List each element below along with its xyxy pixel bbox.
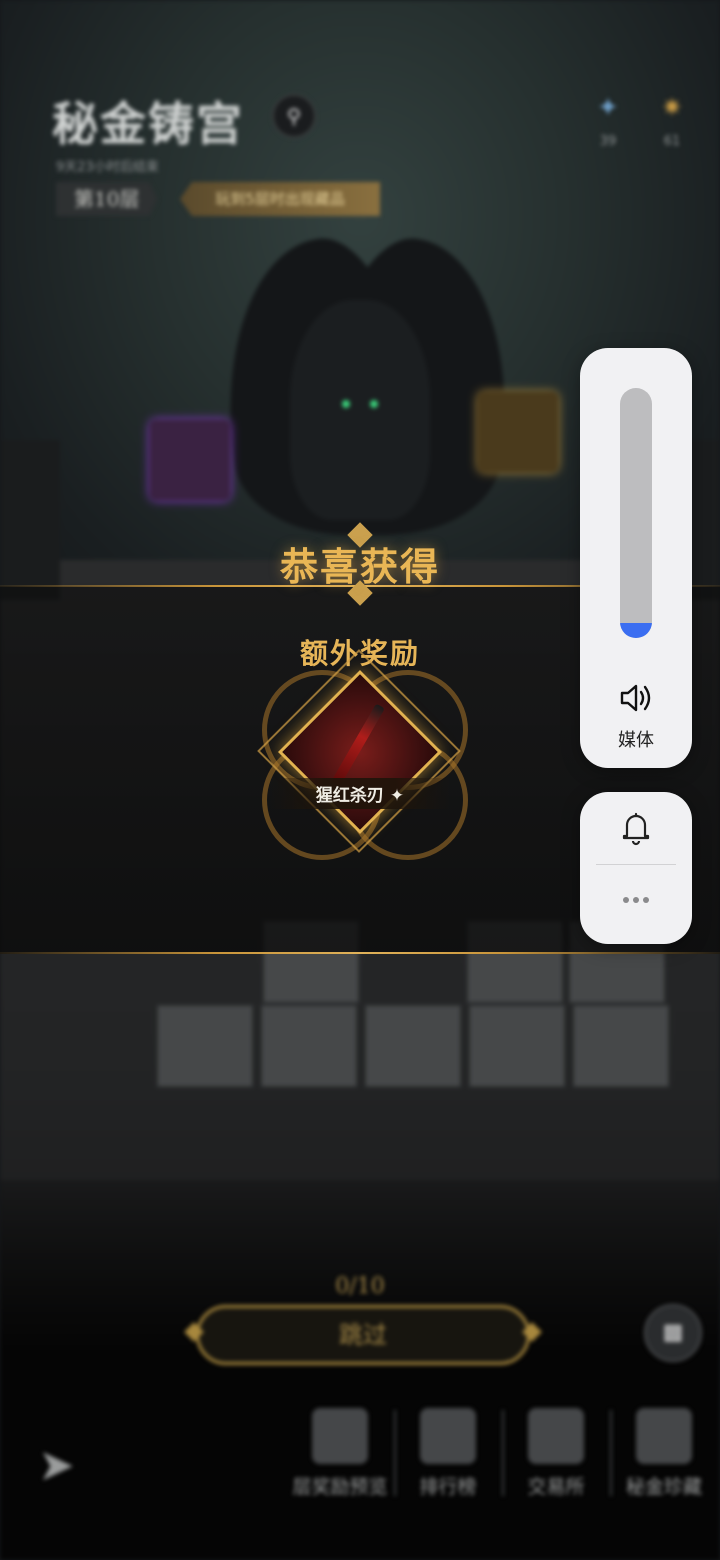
nav-divider bbox=[502, 1410, 504, 1496]
speaker-icon[interactable] bbox=[616, 678, 656, 718]
exchange-icon bbox=[528, 1408, 584, 1464]
floor-tile bbox=[260, 1004, 358, 1088]
nav-treasure[interactable]: 秘金珍藏 bbox=[614, 1408, 714, 1499]
nav-label: 层奖励预览 bbox=[292, 1476, 388, 1498]
nav-label: 排行榜 bbox=[419, 1476, 477, 1498]
sparkle-icon: ✦ bbox=[389, 786, 405, 806]
nav-label: 交易所 bbox=[527, 1476, 585, 1498]
panel-divider bbox=[596, 864, 676, 865]
reward-item-name: 猩红杀刃 ✦ bbox=[270, 778, 450, 809]
event-timer: 9天23小时后结束 bbox=[56, 160, 159, 175]
ringer-panel[interactable] bbox=[580, 792, 692, 944]
gargoyle-statue bbox=[290, 300, 430, 520]
resource-star-coin[interactable]: ✷ 61 bbox=[652, 92, 692, 149]
floor-tip: 玩到5层时出现藏品 bbox=[180, 182, 380, 216]
nav-exchange[interactable]: 交易所 bbox=[506, 1408, 606, 1499]
game-title: 秘金铸宫 bbox=[52, 97, 244, 151]
trophy-icon bbox=[420, 1408, 476, 1464]
purple-chest bbox=[150, 420, 230, 500]
nav-leaderboard[interactable]: 排行榜 bbox=[398, 1408, 498, 1499]
floor-tile bbox=[572, 1004, 670, 1088]
floor-tile bbox=[468, 1004, 566, 1088]
back-arrow-icon[interactable]: ➤ bbox=[38, 1440, 75, 1491]
resource-value: 39 bbox=[599, 134, 617, 149]
resource-crystal[interactable]: ✦ 39 bbox=[588, 92, 628, 149]
nav-reward-preview[interactable]: 层奖励预览 bbox=[290, 1408, 390, 1499]
bottom-shade bbox=[0, 1180, 720, 1560]
treasure-icon bbox=[636, 1408, 692, 1464]
volume-label: 媒体 bbox=[618, 730, 654, 751]
search-icon[interactable]: ⚲ bbox=[272, 94, 316, 138]
nav-label: 秘金珍藏 bbox=[625, 1476, 702, 1498]
crystal-icon: ✦ bbox=[597, 93, 619, 123]
bell-icon[interactable] bbox=[618, 808, 654, 848]
auto-play-icon[interactable]: ▩ bbox=[644, 1304, 702, 1362]
volume-panel[interactable]: 媒体 bbox=[580, 348, 692, 768]
floor-label: 第10层 bbox=[56, 182, 158, 216]
skip-button[interactable]: 跳过 bbox=[196, 1305, 530, 1365]
nav-divider bbox=[394, 1410, 396, 1496]
star-coin-icon: ✷ bbox=[661, 93, 683, 123]
gold-divider-bottom bbox=[0, 952, 720, 954]
gargoyle-eye bbox=[370, 400, 378, 408]
floor-tile bbox=[364, 1004, 462, 1088]
gargoyle-eye bbox=[342, 400, 350, 408]
nav-divider bbox=[610, 1410, 612, 1496]
progress-counter: 0/10 bbox=[335, 1274, 385, 1299]
item-name-text: 猩红杀刃 bbox=[315, 786, 384, 806]
floor-tile bbox=[156, 1004, 254, 1088]
volume-level bbox=[620, 623, 652, 638]
more-options-icon[interactable] bbox=[618, 888, 654, 912]
resource-value: 61 bbox=[663, 134, 681, 149]
volume-slider[interactable] bbox=[620, 388, 652, 638]
reward-preview-icon bbox=[312, 1408, 368, 1464]
gold-chest bbox=[478, 392, 558, 472]
